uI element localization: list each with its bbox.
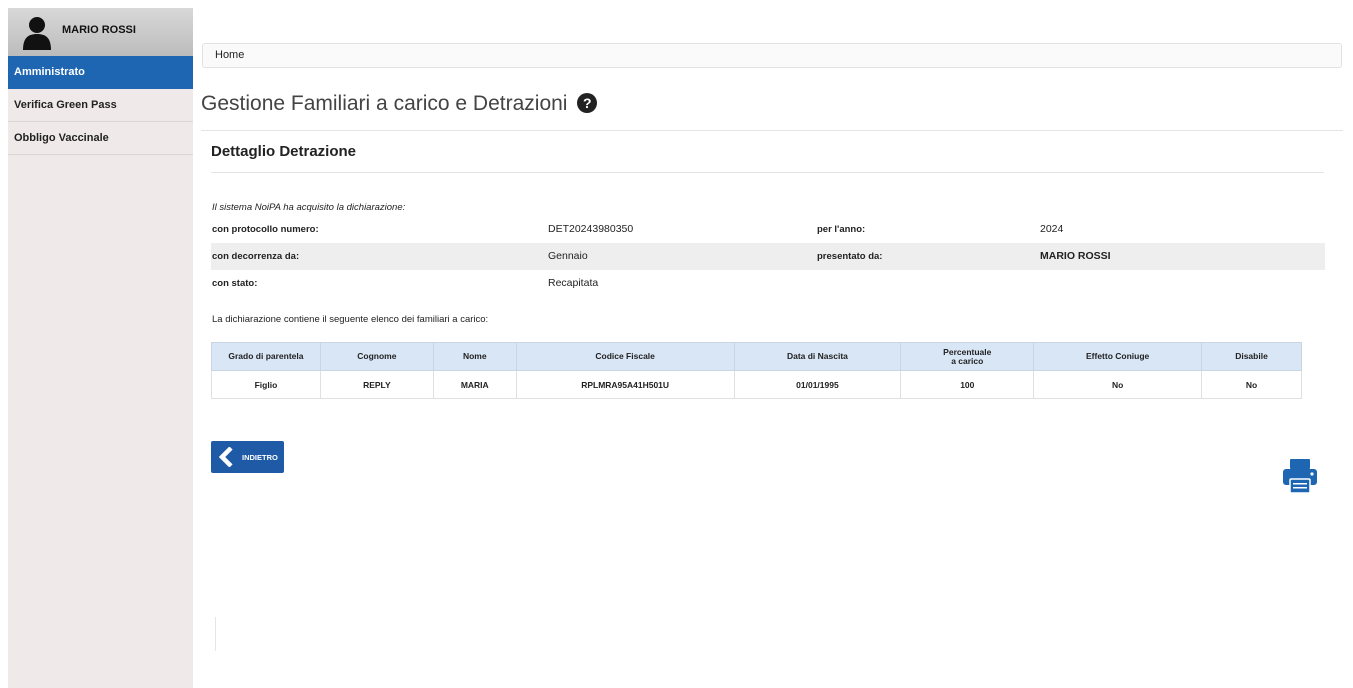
col-effetto-coniuge: Effetto Coniuge: [1033, 342, 1203, 371]
list-intro: La dichiarazione contiene il seguente el…: [212, 314, 489, 325]
presented-label: presentato da:: [817, 251, 883, 262]
breadcrumb: Home: [202, 43, 1342, 68]
info-row-protocol: con protocollo numero: DET20243980350 pe…: [211, 216, 1325, 243]
protocol-value: DET20243980350: [548, 223, 634, 235]
user-avatar-icon: [23, 17, 51, 50]
cell-disabile: No: [1201, 370, 1302, 399]
breadcrumb-home-link[interactable]: Home: [215, 49, 244, 61]
cell-grado: Figlio: [211, 370, 321, 399]
year-label: per l'anno:: [817, 224, 866, 235]
col-nome: Nome: [432, 342, 517, 371]
table-header-row: Grado di parentela Cognome Nome Codice F…: [211, 342, 1302, 371]
col-disabile: Disabile: [1201, 342, 1302, 371]
cell-data-nascita: 01/01/1995: [733, 370, 902, 399]
col-codice-fiscale: Codice Fiscale: [515, 342, 735, 371]
col-percentuale: Percentuale a carico: [900, 342, 1035, 371]
family-table: Grado di parentela Cognome Nome Codice F…: [211, 342, 1302, 399]
page-title-text: Gestione Familiari a carico e Detrazioni: [201, 92, 568, 115]
sidebar-item-obbligo-vaccinale[interactable]: Obbligo Vaccinale: [8, 122, 193, 155]
divider-line: [215, 617, 216, 651]
col-grado: Grado di parentela: [211, 342, 321, 371]
sidebar-item-verifica-green-pass[interactable]: Verifica Green Pass: [8, 89, 193, 122]
sidebar: MARIO ROSSI Amministrato Verifica Green …: [8, 8, 193, 688]
table-row: Figlio REPLY MARIA RPLMRA95A41H501U 01/0…: [211, 370, 1302, 399]
status-value: Recapitata: [548, 277, 599, 289]
info-row-status: con stato: Recapitata: [211, 270, 1325, 297]
question-circle-icon[interactable]: ?: [577, 93, 598, 113]
user-box: MARIO ROSSI: [8, 8, 193, 56]
title-divider: [201, 130, 1343, 131]
back-button-label: INDIETRO: [242, 453, 278, 462]
printer-icon[interactable]: [1281, 457, 1319, 495]
sidebar-item-amministrato[interactable]: Amministrato: [8, 56, 193, 89]
presented-value: MARIO ROSSI: [1040, 250, 1111, 262]
col-percentuale-line2: a carico: [951, 355, 984, 366]
detail-intro: Il sistema NoiPA ha acquisito la dichiar…: [212, 202, 406, 213]
cell-cognome: REPLY: [319, 370, 434, 399]
col-cognome: Cognome: [319, 342, 434, 371]
start-label: con decorrenza da:: [212, 251, 300, 262]
year-value: 2024: [1040, 223, 1064, 235]
section-title: Dettaglio Detrazione: [211, 143, 357, 160]
cell-codice-fiscale: RPLMRA95A41H501U: [515, 370, 735, 399]
info-row-start: con decorrenza da: Gennaio presentato da…: [211, 243, 1325, 270]
page-title: Gestione Familiari a carico e Detrazioni…: [201, 92, 598, 116]
cell-percentuale: 100: [900, 370, 1035, 399]
back-button[interactable]: INDIETRO: [211, 441, 284, 473]
user-name: MARIO ROSSI: [62, 24, 136, 36]
col-data-nascita: Data di Nascita: [733, 342, 902, 371]
cell-nome: MARIA: [432, 370, 517, 399]
status-label: con stato:: [212, 278, 258, 289]
protocol-label: con protocollo numero:: [212, 224, 319, 235]
start-value: Gennaio: [548, 250, 588, 262]
cell-effetto-coniuge: No: [1033, 370, 1203, 399]
chevron-left-icon: [218, 447, 233, 467]
section-divider: [211, 172, 1324, 173]
